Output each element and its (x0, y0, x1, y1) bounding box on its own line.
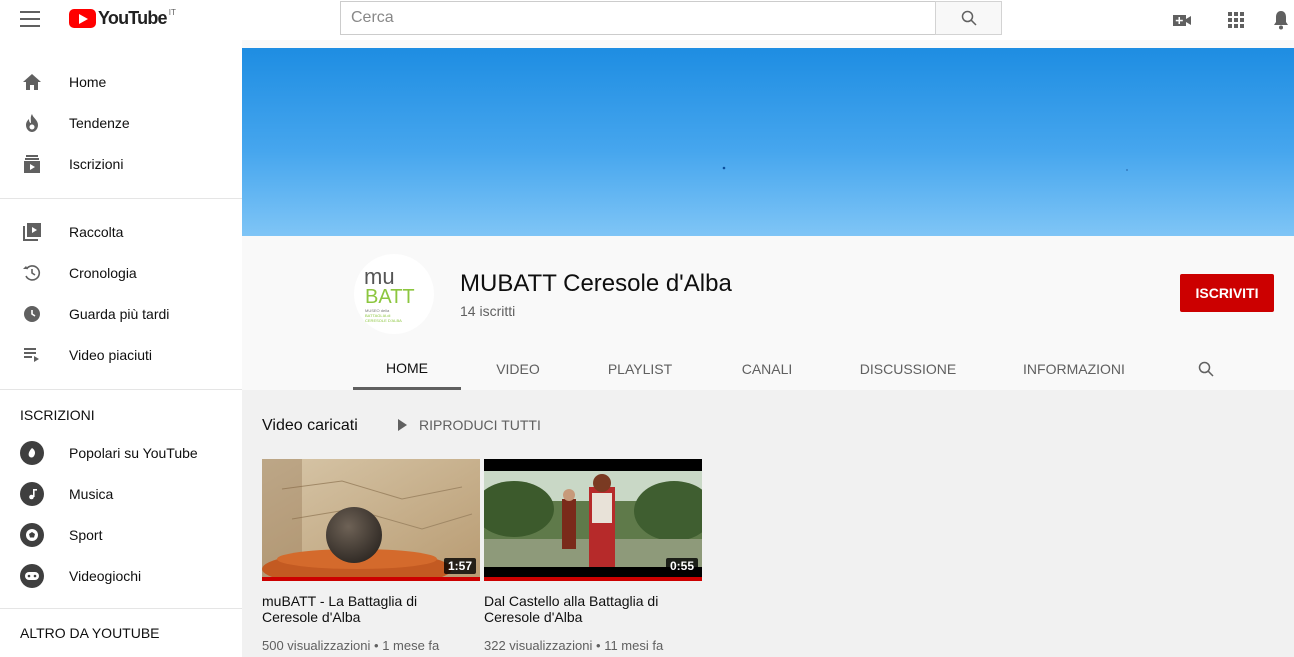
subscribe-button[interactable]: ISCRIVITI (1180, 274, 1274, 312)
sidebar-sub-popular[interactable]: Popolari su YouTube (0, 433, 242, 473)
video-age: 11 mesi fa (604, 638, 664, 653)
subscriptions-section-title: ISCRIZIONI (20, 407, 95, 423)
video-thumbnail[interactable]: 1:57 (262, 459, 480, 581)
banner-sky-image (722, 166, 1128, 171)
sidebar-item-label: Sport (69, 527, 103, 543)
video-card[interactable]: 1:57 muBATT - La Battaglia di Ceresole d… (262, 459, 480, 653)
flame-icon (20, 111, 44, 135)
video-meta: 322 visualizzazioni • 11 mesi fa (484, 638, 664, 653)
watched-progress-bar (484, 577, 702, 581)
channel-search-icon[interactable] (1192, 348, 1220, 390)
sidebar-divider (0, 608, 242, 609)
subscriber-count: 14 iscritti (460, 303, 516, 319)
mubatt-logo: mu BATT MUSEO della BATTAGLIA di CERESOL… (364, 264, 415, 323)
logo-text: YouTube (98, 8, 168, 28)
watched-progress-bar (262, 577, 480, 581)
sidebar: Home Tendenze Iscrizioni Raccolta Cronol… (0, 40, 242, 657)
video-views: 500 visualizzazioni (262, 638, 371, 653)
tab-video[interactable]: VIDEO (474, 348, 562, 390)
tab-channels[interactable]: CANALI (722, 348, 812, 390)
search-button[interactable] (935, 1, 1002, 35)
sidebar-item-label: Guarda più tardi (69, 306, 170, 322)
video-title[interactable]: Dal Castello alla Battaglia di Ceresole … (484, 593, 694, 625)
gaming-icon (20, 564, 44, 588)
sidebar-item-label: Iscrizioni (69, 156, 124, 172)
channel-banner (242, 48, 1294, 236)
sidebar-item-history[interactable]: Cronologia (0, 253, 242, 293)
channel-header: mu BATT MUSEO della BATTAGLIA di CERESOL… (242, 236, 1294, 390)
top-bar: YouTube IT (0, 0, 1294, 40)
video-camera-icon[interactable] (1171, 9, 1193, 31)
video-duration: 1:57 (443, 558, 476, 574)
sidebar-divider (0, 198, 242, 199)
video-card[interactable]: 0:55 Dal Castello alla Battaglia di Cere… (484, 459, 702, 653)
uploads-section-title[interactable]: Video caricati (262, 417, 358, 435)
youtube-logo[interactable]: YouTube IT (69, 9, 176, 31)
sidebar-item-liked-videos[interactable]: Video piaciuti (0, 335, 242, 375)
sidebar-item-label: Videogiochi (69, 568, 142, 584)
sidebar-divider (0, 389, 242, 390)
history-icon (20, 261, 44, 285)
video-title[interactable]: muBATT - La Battaglia di Ceresole d'Alba (262, 593, 472, 625)
tab-discussion[interactable]: DISCUSSIONE (846, 348, 970, 390)
svg-text:BATT: BATT (365, 286, 415, 308)
play-all-label: RIPRODUCI TUTTI (419, 417, 541, 433)
channel-avatar[interactable]: mu BATT MUSEO della BATTAGLIA di CERESOL… (354, 254, 434, 334)
play-all-button[interactable]: RIPRODUCI TUTTI (398, 417, 541, 433)
sidebar-item-label: Raccolta (69, 224, 124, 240)
search-icon (961, 10, 977, 26)
music-icon (20, 482, 44, 506)
channel-content: Video caricati RIPRODUCI TUTTI 1:57 muBA… (242, 390, 1294, 657)
search-bar (340, 1, 1002, 35)
channel-tabs: HOME VIDEO PLAYLIST CANALI DISCUSSIONE I… (242, 348, 1294, 390)
play-icon (398, 419, 407, 431)
more-from-youtube-title: ALTRO DA YOUTUBE (20, 625, 160, 641)
country-code: IT (168, 8, 176, 17)
library-icon (20, 220, 44, 244)
subscriptions-icon (20, 152, 44, 176)
channel-title: MUBATT Ceresole d'Alba (460, 270, 732, 297)
sidebar-item-library[interactable]: Raccolta (0, 212, 242, 252)
clock-icon (20, 302, 44, 326)
youtube-play-icon (69, 9, 96, 28)
tab-home[interactable]: HOME (353, 348, 461, 390)
svg-text:CERESOLE D'ALBA: CERESOLE D'ALBA (365, 318, 402, 323)
sidebar-sub-gaming[interactable]: Videogiochi (0, 556, 242, 596)
sidebar-item-trending[interactable]: Tendenze (0, 103, 242, 143)
menu-icon[interactable] (20, 11, 40, 27)
apps-grid-icon[interactable] (1225, 9, 1247, 31)
sidebar-item-subscriptions[interactable]: Iscrizioni (0, 144, 242, 184)
video-age: 1 mese fa (382, 638, 440, 653)
sport-icon (20, 523, 44, 547)
bell-icon[interactable] (1270, 9, 1292, 31)
video-duration: 0:55 (665, 558, 698, 574)
sidebar-item-label: Home (69, 74, 107, 90)
sidebar-item-home[interactable]: Home (0, 62, 242, 102)
sidebar-item-watch-later[interactable]: Guarda più tardi (0, 294, 242, 334)
sidebar-item-label: Tendenze (69, 115, 130, 131)
tab-about[interactable]: INFORMAZIONI (1010, 348, 1138, 390)
video-meta: 500 visualizzazioni • 1 mese fa (262, 638, 440, 653)
home-icon (20, 70, 44, 94)
liked-videos-icon (20, 343, 44, 367)
sidebar-sub-sport[interactable]: Sport (0, 515, 242, 555)
video-views: 322 visualizzazioni (484, 638, 593, 653)
popular-icon (20, 441, 44, 465)
sidebar-item-label: Popolari su YouTube (69, 445, 198, 461)
sidebar-sub-music[interactable]: Musica (0, 474, 242, 514)
video-thumbnail[interactable]: 0:55 (484, 459, 702, 581)
sidebar-item-label: Musica (69, 486, 114, 502)
search-input[interactable] (340, 1, 935, 35)
tab-playlist[interactable]: PLAYLIST (590, 348, 690, 390)
sidebar-item-label: Video piaciuti (69, 347, 153, 363)
sidebar-item-label: Cronologia (69, 265, 137, 281)
